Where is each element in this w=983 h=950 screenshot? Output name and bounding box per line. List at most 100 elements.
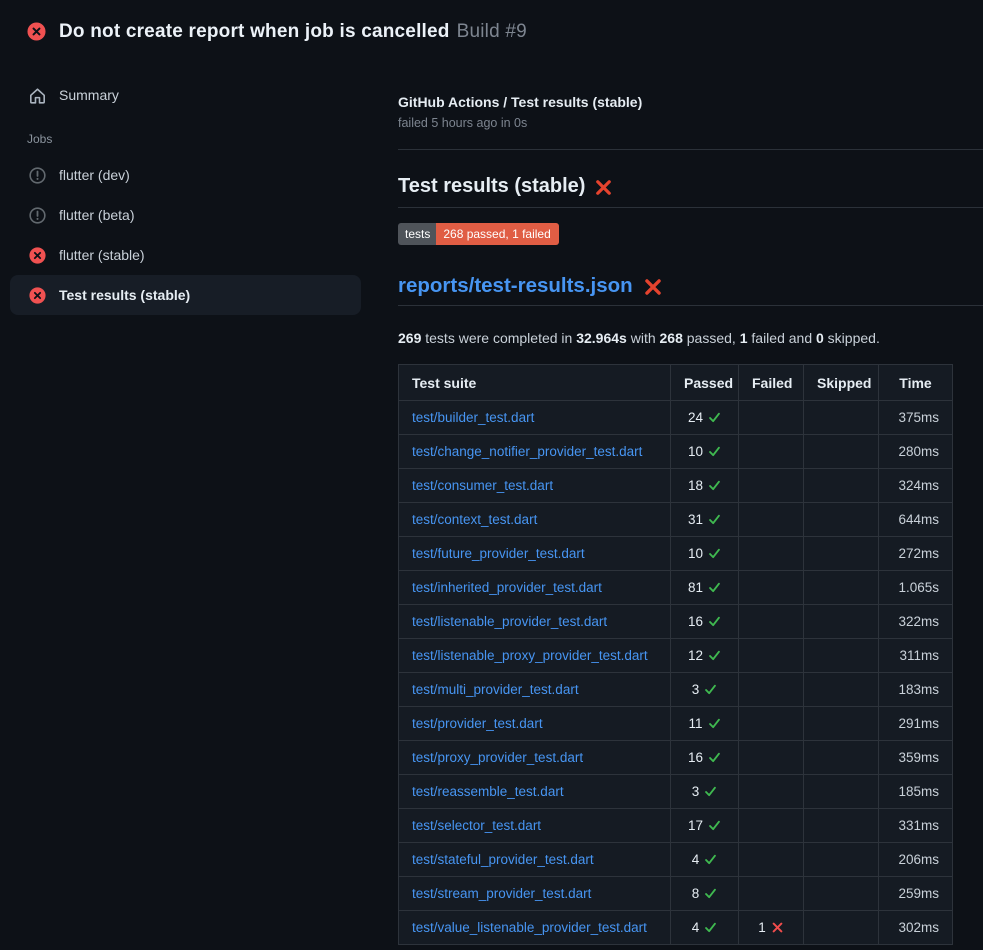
sidebar-item-flutter-stable[interactable]: flutter (stable) <box>10 235 361 275</box>
check-icon <box>703 444 721 459</box>
passed-cell: 17 <box>671 809 739 843</box>
test-results-table: Test suite Passed Failed Skipped Time te… <box>398 364 953 945</box>
test-suite-link[interactable]: test/inherited_provider_test.dart <box>412 580 602 595</box>
failed-cell <box>739 673 804 707</box>
test-suite-link[interactable]: test/change_notifier_provider_test.dart <box>412 444 642 459</box>
check-icon <box>699 886 717 901</box>
test-suite-link[interactable]: test/context_test.dart <box>412 512 537 527</box>
test-suite-link[interactable]: test/multi_provider_test.dart <box>412 682 579 697</box>
test-suite-link[interactable]: test/builder_test.dart <box>412 410 534 425</box>
failed-cell <box>739 877 804 911</box>
column-header-failed: Failed <box>739 365 804 401</box>
skipped-cell <box>804 435 879 469</box>
failed-x-icon <box>644 278 662 296</box>
check-status-line: failed 5 hours ago in 0s <box>398 116 983 130</box>
summary-number: 32.964s <box>576 330 627 346</box>
test-suite-link[interactable]: test/future_provider_test.dart <box>412 546 585 561</box>
summary-number: 1 <box>740 330 748 346</box>
home-icon <box>28 87 46 104</box>
time-cell: 206ms <box>879 843 953 877</box>
check-icon <box>699 784 717 799</box>
passed-cell: 4 <box>671 843 739 877</box>
test-suite-link[interactable]: test/provider_test.dart <box>412 716 543 731</box>
table-row: test/inherited_provider_test.dart811.065… <box>399 571 953 605</box>
column-header-skipped: Skipped <box>804 365 879 401</box>
passed-cell: 3 <box>671 673 739 707</box>
test-suite-cell: test/context_test.dart <box>399 503 671 537</box>
test-suite-link[interactable]: test/listenable_provider_test.dart <box>412 614 607 629</box>
test-suite-cell: test/listenable_proxy_provider_test.dart <box>399 639 671 673</box>
passed-cell-count: 16 <box>688 614 703 629</box>
skipped-cell <box>804 673 879 707</box>
x-circle-icon <box>28 287 46 304</box>
table-row: test/builder_test.dart24375ms <box>399 401 953 435</box>
test-suite-link[interactable]: test/reassemble_test.dart <box>412 784 564 799</box>
time-cell: 183ms <box>879 673 953 707</box>
test-suite-link[interactable]: test/listenable_proxy_provider_test.dart <box>412 648 648 663</box>
sidebar-item-flutter-dev[interactable]: flutter (dev) <box>10 155 361 195</box>
skipped-cell <box>804 571 879 605</box>
test-suite-link[interactable]: test/consumer_test.dart <box>412 478 553 493</box>
sidebar-item-summary[interactable]: Summary <box>10 75 361 115</box>
test-suite-link[interactable]: test/stateful_provider_test.dart <box>412 852 594 867</box>
summary-text-fragment: tests were completed in <box>421 330 576 346</box>
skipped-cell <box>804 469 879 503</box>
sidebar-item-flutter-beta[interactable]: flutter (beta) <box>10 195 361 235</box>
report-title: reports/test-results.json <box>398 273 983 306</box>
passed-cell-count: 24 <box>688 410 703 425</box>
time-cell: 311ms <box>879 639 953 673</box>
page-title: Do not create report when job is cancell… <box>59 21 527 43</box>
x-circle-icon <box>27 22 46 41</box>
sidebar-item-label: flutter (stable) <box>59 247 145 263</box>
check-icon <box>703 750 721 765</box>
summary-text-fragment: with <box>627 330 660 346</box>
passed-cell: 18 <box>671 469 739 503</box>
passed-cell-count: 17 <box>688 818 703 833</box>
test-suite-link[interactable]: test/stream_provider_test.dart <box>412 886 591 901</box>
passed-cell: 10 <box>671 537 739 571</box>
time-cell: 291ms <box>879 707 953 741</box>
time-cell: 359ms <box>879 741 953 775</box>
test-suite-cell: test/stream_provider_test.dart <box>399 877 671 911</box>
table-row: test/future_provider_test.dart10272ms <box>399 537 953 571</box>
time-cell: 331ms <box>879 809 953 843</box>
failed-x-icon <box>595 179 612 196</box>
skipped-cell <box>804 401 879 435</box>
jobs-section-heading: Jobs <box>0 131 371 147</box>
skipped-cell <box>804 809 879 843</box>
test-suite-link[interactable]: test/proxy_provider_test.dart <box>412 750 583 765</box>
table-row: test/proxy_provider_test.dart16359ms <box>399 741 953 775</box>
passed-cell: 4 <box>671 911 739 945</box>
failed-cell: 1 <box>739 911 804 945</box>
summary-number: 269 <box>398 330 421 346</box>
test-suite-cell: test/selector_test.dart <box>399 809 671 843</box>
test-suite-link[interactable]: test/value_listenable_provider_test.dart <box>412 920 647 935</box>
sidebar-item-label: Summary <box>59 87 119 103</box>
failed-cell <box>739 605 804 639</box>
column-header-test-suite: Test suite <box>399 365 671 401</box>
passed-cell: 24 <box>671 401 739 435</box>
summary-text-fragment: skipped. <box>824 330 880 346</box>
skipped-cell <box>804 537 879 571</box>
skipped-cell <box>804 877 879 911</box>
time-cell: 259ms <box>879 877 953 911</box>
sidebar-item-label: flutter (dev) <box>59 167 130 183</box>
passed-cell-count: 10 <box>688 444 703 459</box>
failed-cell <box>739 843 804 877</box>
test-suite-cell: test/consumer_test.dart <box>399 469 671 503</box>
sidebar-item-label: Test results (stable) <box>59 287 190 303</box>
check-name: GitHub Actions / Test results (stable) <box>398 94 983 110</box>
passed-cell-count: 31 <box>688 512 703 527</box>
report-file-link[interactable]: reports/test-results.json <box>398 273 633 298</box>
test-suite-cell: test/listenable_provider_test.dart <box>399 605 671 639</box>
passed-cell-count: 10 <box>688 546 703 561</box>
cross-icon <box>766 920 784 935</box>
passed-cell-count: 11 <box>688 716 702 731</box>
section-title: Test results (stable) <box>398 174 983 208</box>
sidebar-item-test-results-stable[interactable]: Test results (stable) <box>10 275 361 315</box>
passed-cell: 16 <box>671 605 739 639</box>
test-suite-link[interactable]: test/selector_test.dart <box>412 818 541 833</box>
failed-cell-count: 1 <box>758 920 766 935</box>
time-cell: 322ms <box>879 605 953 639</box>
jobs-list: flutter (dev) flutter (beta) flutter (stab… <box>0 155 371 315</box>
